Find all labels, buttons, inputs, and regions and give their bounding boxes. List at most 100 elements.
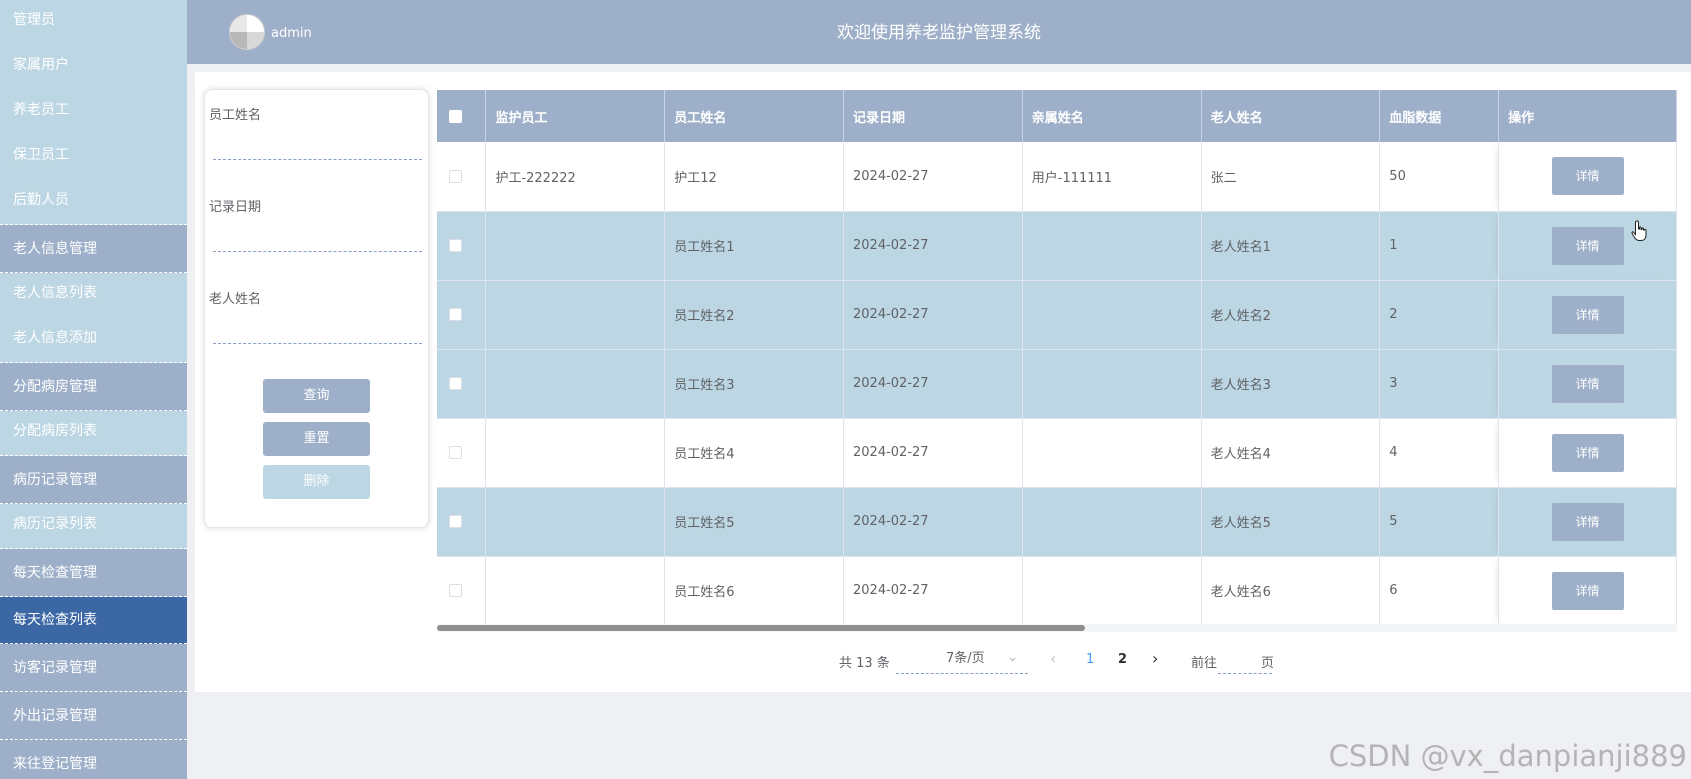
- row-checkbox[interactable]: [449, 584, 462, 597]
- prev-page-button[interactable]: ‹: [1050, 649, 1056, 668]
- record-date-input[interactable]: [213, 225, 422, 252]
- table-cell-relative: [1022, 556, 1202, 624]
- table-cell-date: 2024-02-27: [843, 142, 1023, 212]
- table-cell-staff: 员工姓名2: [664, 280, 844, 350]
- sidebar-item[interactable]: 家属用户: [0, 45, 187, 90]
- column-header: 操作: [1498, 90, 1677, 142]
- delete-button[interactable]: 删除: [263, 465, 370, 499]
- row-checkbox[interactable]: [449, 446, 462, 459]
- table-cell-relative: [1022, 280, 1202, 350]
- elder-name-label: 老人姓名: [209, 292, 262, 307]
- data-table: 监护员工 员工姓名 记录日期 亲属姓名 老人姓名 血脂数据 操作 护工-2222…: [437, 90, 1677, 624]
- table-header-row: 监护员工 员工姓名 记录日期 亲属姓名 老人姓名 血脂数据 操作: [437, 90, 1677, 142]
- sidebar-item[interactable]: 访客记录管理: [0, 644, 187, 692]
- table-cell-guardian: [485, 349, 666, 419]
- sidebar-item[interactable]: 病历记录管理: [0, 456, 187, 504]
- detail-button[interactable]: 详情: [1551, 226, 1624, 265]
- sidebar-item[interactable]: 养老员工: [0, 90, 187, 135]
- page-size-select[interactable]: 7条/页 ⌄: [896, 645, 1028, 674]
- detail-button[interactable]: 详情: [1551, 571, 1624, 610]
- table-cell-relative: [1022, 418, 1202, 488]
- table-cell-elder: 张二: [1201, 142, 1381, 212]
- table-cell-date: 2024-02-27: [843, 418, 1023, 488]
- table-row[interactable]: 员工姓名5 2024-02-27 老人姓名5 5 详情: [437, 487, 1677, 557]
- table-cell-relative: [1022, 487, 1202, 557]
- column-header[interactable]: 记录日期: [843, 90, 1023, 142]
- table-cell-guardian: [485, 418, 666, 488]
- table-cell-elder: 老人姓名4: [1201, 418, 1381, 488]
- table-cell-relative: [1022, 349, 1202, 419]
- table-cell-lipid: 3: [1379, 349, 1500, 419]
- detail-button[interactable]: 详情: [1551, 433, 1624, 472]
- row-checkbox[interactable]: [449, 169, 462, 183]
- table-cell-elder: 老人姓名1: [1201, 211, 1381, 281]
- query-button[interactable]: 查询: [263, 379, 370, 413]
- hand-cursor-icon: [1631, 220, 1647, 241]
- table-cell-lipid: 5: [1379, 487, 1500, 557]
- column-header[interactable]: 血脂数据: [1379, 90, 1500, 142]
- table-cell-date: 2024-02-27: [843, 487, 1023, 557]
- table-cell-relative: [1022, 211, 1202, 281]
- sidebar-item[interactable]: 每天检查管理: [0, 549, 187, 597]
- table-cell-elder: 老人姓名6: [1201, 556, 1381, 624]
- table-row[interactable]: 员工姓名3 2024-02-27 老人姓名3 3 详情: [437, 349, 1677, 419]
- column-header[interactable]: 亲属姓名: [1022, 90, 1202, 142]
- staff-name-input[interactable]: [213, 133, 422, 160]
- column-header[interactable]: 老人姓名: [1201, 90, 1381, 142]
- table-cell-lipid: 6: [1379, 556, 1500, 624]
- column-header[interactable]: 员工姓名: [664, 90, 844, 142]
- sidebar-item[interactable]: 每天检查列表: [0, 597, 187, 644]
- table-cell-staff: 员工姓名5: [664, 487, 844, 557]
- page-number-1[interactable]: 1: [1086, 652, 1094, 667]
- sidebar: 管理员 家属用户 养老员工 保卫员工 后勤人员 老人信息管理 老人信息列表 老人信息添加 分配病…: [0, 0, 187, 779]
- table-row[interactable]: 员工姓名4 2024-02-27 老人姓名4 4 详情: [437, 418, 1677, 488]
- reset-button[interactable]: 重置: [263, 422, 370, 456]
- detail-button[interactable]: 详情: [1551, 502, 1624, 541]
- table-cell-guardian: [485, 487, 666, 557]
- sidebar-item[interactable]: 老人信息添加: [0, 318, 187, 363]
- table-cell-staff: 员工姓名1: [664, 211, 844, 281]
- page-size-value: 7条/页: [946, 651, 985, 666]
- elder-name-input[interactable]: [213, 317, 422, 344]
- sidebar-item[interactable]: 后勤人员: [0, 180, 187, 225]
- sidebar-item[interactable]: 保卫员工: [0, 135, 187, 180]
- sidebar-item[interactable]: 老人信息列表: [0, 273, 187, 318]
- detail-button[interactable]: 详情: [1551, 157, 1624, 196]
- record-date-label: 记录日期: [209, 200, 262, 215]
- table-row[interactable]: 护工-222222 护工12 2024-02-27 用户-111111 张二 50 详情: [437, 142, 1677, 212]
- table-cell-lipid: 4: [1379, 418, 1500, 488]
- sidebar-item[interactable]: 管理员: [0, 0, 187, 45]
- scrollbar-thumb[interactable]: [437, 625, 1085, 631]
- column-header[interactable]: 监护员工: [485, 90, 666, 142]
- table-row[interactable]: 员工姓名2 2024-02-27 老人姓名2 2 详情: [437, 280, 1677, 350]
- table-row[interactable]: 员工姓名6 2024-02-27 老人姓名6 6 详情: [437, 556, 1677, 624]
- goto-label: 前往: [1191, 656, 1218, 671]
- table-cell-date: 2024-02-27: [843, 280, 1023, 350]
- table-cell-lipid: 1: [1379, 211, 1500, 281]
- detail-button[interactable]: 详情: [1551, 295, 1624, 334]
- detail-button[interactable]: 详情: [1551, 364, 1624, 403]
- sidebar-item[interactable]: 老人信息管理: [0, 225, 187, 273]
- sidebar-item[interactable]: 病历记录列表: [0, 504, 187, 549]
- row-checkbox[interactable]: [449, 239, 462, 252]
- table-cell-guardian: [485, 280, 666, 350]
- search-panel: 员工姓名 记录日期 老人姓名 查询 重置 删除: [204, 89, 429, 528]
- sidebar-item[interactable]: 分配病房管理: [0, 363, 187, 411]
- table-cell-staff: 员工姓名3: [664, 349, 844, 419]
- row-checkbox[interactable]: [449, 515, 462, 528]
- chevron-down-icon: ⌄: [1007, 650, 1018, 665]
- select-all-checkbox[interactable]: [449, 109, 462, 123]
- sidebar-item[interactable]: 外出记录管理: [0, 692, 187, 740]
- table-cell-lipid: 2: [1379, 280, 1500, 350]
- staff-name-label: 员工姓名: [209, 108, 262, 123]
- sidebar-item[interactable]: 来往登记管理: [0, 740, 187, 779]
- page-number-2[interactable]: 2: [1118, 652, 1127, 667]
- watermark: CSDN @vx_danpianji889: [1328, 739, 1687, 773]
- table-row[interactable]: 员工姓名1 2024-02-27 老人姓名1 1 详情: [437, 211, 1677, 281]
- table-cell-staff: 员工姓名4: [664, 418, 844, 488]
- sidebar-item[interactable]: 分配病房列表: [0, 411, 187, 456]
- next-page-button[interactable]: ›: [1152, 649, 1158, 668]
- row-checkbox[interactable]: [449, 308, 462, 321]
- table-cell-relative: 用户-111111: [1022, 142, 1202, 212]
- row-checkbox[interactable]: [449, 377, 462, 390]
